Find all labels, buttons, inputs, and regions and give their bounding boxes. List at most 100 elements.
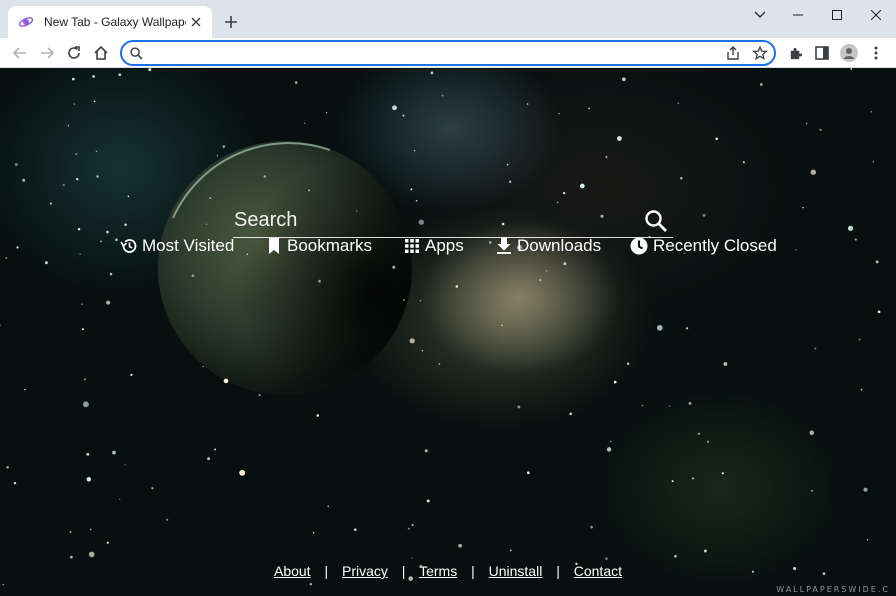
star <box>703 549 707 553</box>
star <box>609 440 612 443</box>
star <box>805 122 808 125</box>
maximize-icon[interactable] <box>817 0 857 30</box>
minimize-icon[interactable] <box>778 0 818 30</box>
star <box>875 260 879 264</box>
browser-toolbar <box>0 38 896 68</box>
footer-terms-link[interactable]: Terms <box>419 563 457 579</box>
star <box>118 73 122 77</box>
star <box>742 161 745 164</box>
galaxy-background-image <box>0 68 881 586</box>
star <box>70 555 73 559</box>
address-input[interactable] <box>149 43 720 63</box>
star <box>127 195 130 198</box>
star <box>309 582 312 586</box>
star <box>44 261 48 265</box>
star <box>641 404 644 407</box>
star <box>119 498 121 500</box>
star <box>49 202 52 205</box>
star <box>562 191 566 195</box>
forward-arrow-icon[interactable] <box>35 41 59 65</box>
star <box>455 285 459 288</box>
share-icon[interactable] <box>720 46 746 60</box>
star <box>421 350 424 352</box>
wallpaper-watermark: WALLPAPERSWIDE.C <box>776 585 890 594</box>
galaxy-wallpaper-page: Most Visited Bookmarks Apps Downloads <box>0 68 896 596</box>
window-close-icon[interactable] <box>856 0 896 30</box>
star <box>100 240 102 243</box>
star <box>209 197 212 199</box>
star <box>67 125 69 127</box>
quicklink-most-visited[interactable]: Most Visited <box>120 236 234 256</box>
star <box>847 225 854 231</box>
quicklink-bookmarks[interactable]: Bookmarks <box>265 236 372 256</box>
star <box>77 228 81 231</box>
side-panel-icon[interactable] <box>810 41 834 65</box>
close-icon[interactable] <box>186 12 206 32</box>
star <box>16 246 19 249</box>
footer-privacy-link[interactable]: Privacy <box>342 563 388 579</box>
star <box>81 303 83 305</box>
star <box>501 324 503 326</box>
footer-separator: | <box>324 563 329 579</box>
star <box>810 169 817 175</box>
star <box>6 466 9 469</box>
star <box>308 189 311 192</box>
star <box>166 518 169 521</box>
star <box>214 448 217 451</box>
star <box>312 531 315 534</box>
home-icon[interactable] <box>89 41 113 65</box>
footer-contact-link[interactable]: Contact <box>574 563 622 579</box>
star <box>403 299 405 301</box>
footer-separator: | <box>556 563 560 579</box>
star <box>509 180 512 183</box>
galaxy-favicon-icon <box>18 14 34 30</box>
star <box>579 183 585 189</box>
star <box>239 469 246 476</box>
star <box>71 77 75 81</box>
address-bar[interactable] <box>120 40 776 66</box>
star <box>680 177 683 180</box>
star <box>392 105 397 111</box>
footer-uninstall-link[interactable]: Uninstall <box>489 563 543 579</box>
star <box>354 528 357 531</box>
star <box>605 557 608 560</box>
star <box>130 373 133 376</box>
star <box>93 100 96 103</box>
star <box>723 362 728 366</box>
star <box>539 278 542 282</box>
menu-kebab-icon[interactable] <box>864 41 888 65</box>
star <box>424 449 428 453</box>
star <box>870 111 872 113</box>
search-icon <box>130 46 143 60</box>
quicklink-downloads[interactable]: Downloads <box>495 236 601 256</box>
quicklink-apps[interactable]: Apps <box>403 236 464 256</box>
back-arrow-icon[interactable] <box>8 41 32 65</box>
profile-avatar-icon[interactable] <box>837 41 861 65</box>
star <box>759 83 763 86</box>
tab-search-icon[interactable] <box>740 0 780 30</box>
footer-about-link[interactable]: About <box>274 563 311 579</box>
search-input[interactable] <box>233 209 641 232</box>
star <box>115 238 118 242</box>
quicklink-label: Downloads <box>517 236 602 255</box>
star <box>75 153 78 155</box>
active-tab[interactable]: New Tab - Galaxy Wallpaper <box>8 6 212 38</box>
star <box>809 430 815 436</box>
star <box>86 452 90 456</box>
star <box>222 145 225 148</box>
quicklink-recently-closed[interactable]: Recently Closed <box>629 236 777 256</box>
star <box>671 480 674 483</box>
search-icon[interactable] <box>641 206 671 236</box>
extensions-icon[interactable] <box>783 41 807 65</box>
star <box>407 527 410 530</box>
star <box>258 394 261 397</box>
star <box>106 300 111 305</box>
star <box>558 112 560 115</box>
reload-icon[interactable] <box>62 41 86 65</box>
bookmark-star-icon[interactable] <box>746 46 774 60</box>
star <box>563 262 567 266</box>
new-tab-button[interactable] <box>220 11 242 33</box>
star <box>95 150 98 153</box>
star <box>706 440 710 443</box>
star <box>674 554 677 558</box>
